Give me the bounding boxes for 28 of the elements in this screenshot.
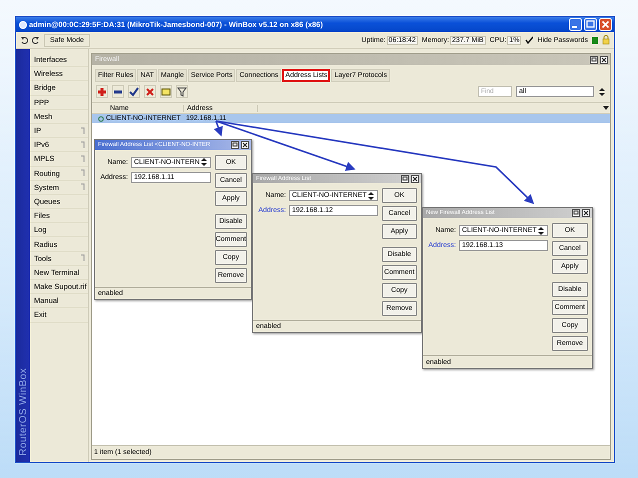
- redo-icon[interactable]: [32, 36, 40, 44]
- restore-icon[interactable]: [231, 140, 239, 149]
- undo-icon[interactable]: [20, 36, 28, 44]
- note-icon[interactable]: [161, 86, 171, 96]
- checkbox[interactable]: [525, 36, 534, 44]
- close-icon[interactable]: [582, 209, 590, 218]
- restore-icon[interactable]: [572, 209, 580, 218]
- add-icon[interactable]: [97, 86, 107, 96]
- dropdown-arrow-icon[interactable]: [602, 105, 610, 111]
- lock-icon: [602, 35, 610, 45]
- check-icon[interactable]: [129, 86, 139, 96]
- maximize-icon[interactable]: [584, 18, 597, 31]
- status-icon: [98, 116, 104, 122]
- close-icon[interactable]: [241, 140, 249, 149]
- restore-icon[interactable]: [401, 174, 409, 183]
- minimize-icon[interactable]: [569, 18, 582, 31]
- app-icon: [19, 20, 27, 28]
- close-icon[interactable]: [411, 174, 419, 183]
- brand-text: RouterOS WinBox: [18, 368, 28, 456]
- spinner-icon[interactable]: [536, 226, 545, 236]
- status-indicator-icon: [592, 36, 598, 44]
- spinner-icon[interactable]: [598, 86, 606, 96]
- spinner-icon[interactable]: [200, 157, 208, 168]
- filter-icon[interactable]: [177, 86, 187, 96]
- close-icon[interactable]: [600, 56, 608, 64]
- spinner-icon[interactable]: [366, 190, 375, 201]
- restore-icon[interactable]: [590, 56, 598, 64]
- cross-icon[interactable]: [145, 86, 155, 96]
